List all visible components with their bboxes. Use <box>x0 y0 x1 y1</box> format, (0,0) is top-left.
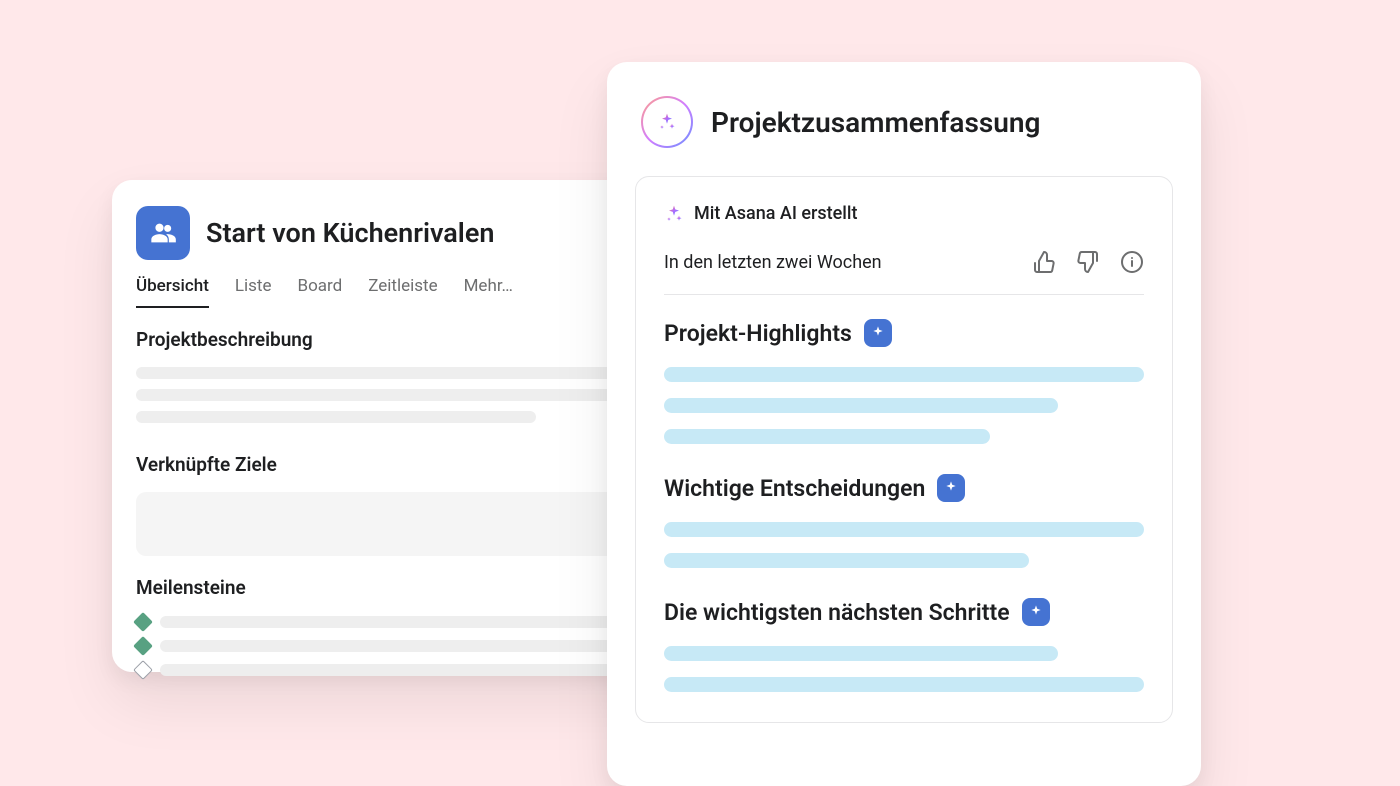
skeleton-line <box>136 389 637 401</box>
ai-badge-icon <box>1022 598 1050 626</box>
skeleton-line <box>664 553 1029 568</box>
skeleton-line <box>664 367 1144 382</box>
milestone-done-icon <box>133 636 153 656</box>
tab-timeline[interactable]: Zeitleiste <box>368 276 437 308</box>
feedback-actions <box>1032 250 1144 274</box>
next-steps-heading: Die wichtigsten nächsten Schritte <box>664 599 1010 626</box>
description-heading: Projektbeschreibung <box>136 328 663 351</box>
tab-more[interactable]: Mehr… <box>464 276 513 308</box>
milestone-open-icon <box>133 660 153 680</box>
info-icon[interactable] <box>1120 250 1144 274</box>
tab-board[interactable]: Board <box>298 276 343 308</box>
sparkle-icon <box>657 112 677 132</box>
decisions-section: Wichtige Entscheidungen <box>664 474 1144 568</box>
milestones-section: Meilensteine <box>112 556 687 677</box>
skeleton-line <box>664 398 1058 413</box>
summary-header: Projektzusammenfassung <box>635 96 1173 148</box>
project-tabs: Übersicht Liste Board Zeitleiste Mehr… <box>112 276 687 308</box>
goals-heading: Verknüpfte Ziele <box>136 453 663 476</box>
ai-circle-icon <box>641 96 693 148</box>
sparkle-icon <box>664 204 684 224</box>
thumbs-down-icon[interactable] <box>1076 250 1100 274</box>
skeleton-line <box>160 640 663 652</box>
milestone-row <box>136 615 663 629</box>
highlights-heading: Projekt-Highlights <box>664 320 852 347</box>
goals-placeholder <box>136 492 663 556</box>
next-steps-section: Die wichtigsten nächsten Schritte <box>664 598 1144 692</box>
milestone-row <box>136 639 663 653</box>
description-section: Projektbeschreibung <box>112 308 687 423</box>
ai-badge-icon <box>864 319 892 347</box>
skeleton-line <box>664 429 990 444</box>
summary-card: Projektzusammenfassung Mit Asana AI erst… <box>607 62 1201 786</box>
goals-section: Verknüpfte Ziele <box>112 433 687 556</box>
summary-title: Projektzusammenfassung <box>711 106 1040 139</box>
divider <box>664 294 1144 295</box>
highlights-section: Projekt-Highlights <box>664 319 1144 444</box>
tab-list[interactable]: Liste <box>235 276 272 308</box>
project-header: Start von Küchenrivalen <box>112 206 687 276</box>
ai-created-line: Mit Asana AI erstellt <box>664 203 1144 224</box>
project-card: Start von Küchenrivalen Übersicht Liste … <box>112 180 687 672</box>
milestone-row <box>136 663 663 677</box>
skeleton-line <box>136 367 663 379</box>
summary-panel: Mit Asana AI erstellt In den letzten zwe… <box>635 176 1173 723</box>
milestone-done-icon <box>133 612 153 632</box>
milestones-heading: Meilensteine <box>136 576 663 599</box>
project-title: Start von Küchenrivalen <box>206 217 494 249</box>
skeleton-line <box>664 522 1144 537</box>
skeleton-line <box>664 646 1058 661</box>
period-row: In den letzten zwei Wochen <box>664 250 1144 274</box>
tab-overview[interactable]: Übersicht <box>136 276 209 308</box>
thumbs-up-icon[interactable] <box>1032 250 1056 274</box>
ai-badge-icon <box>937 474 965 502</box>
decisions-heading: Wichtige Entscheidungen <box>664 475 925 502</box>
project-people-icon <box>136 206 190 260</box>
skeleton-line <box>664 677 1144 692</box>
skeleton-line <box>160 664 663 676</box>
period-text: In den letzten zwei Wochen <box>664 252 882 273</box>
ai-created-label: Mit Asana AI erstellt <box>694 203 857 224</box>
skeleton-line <box>160 616 663 628</box>
skeleton-line <box>136 411 536 423</box>
